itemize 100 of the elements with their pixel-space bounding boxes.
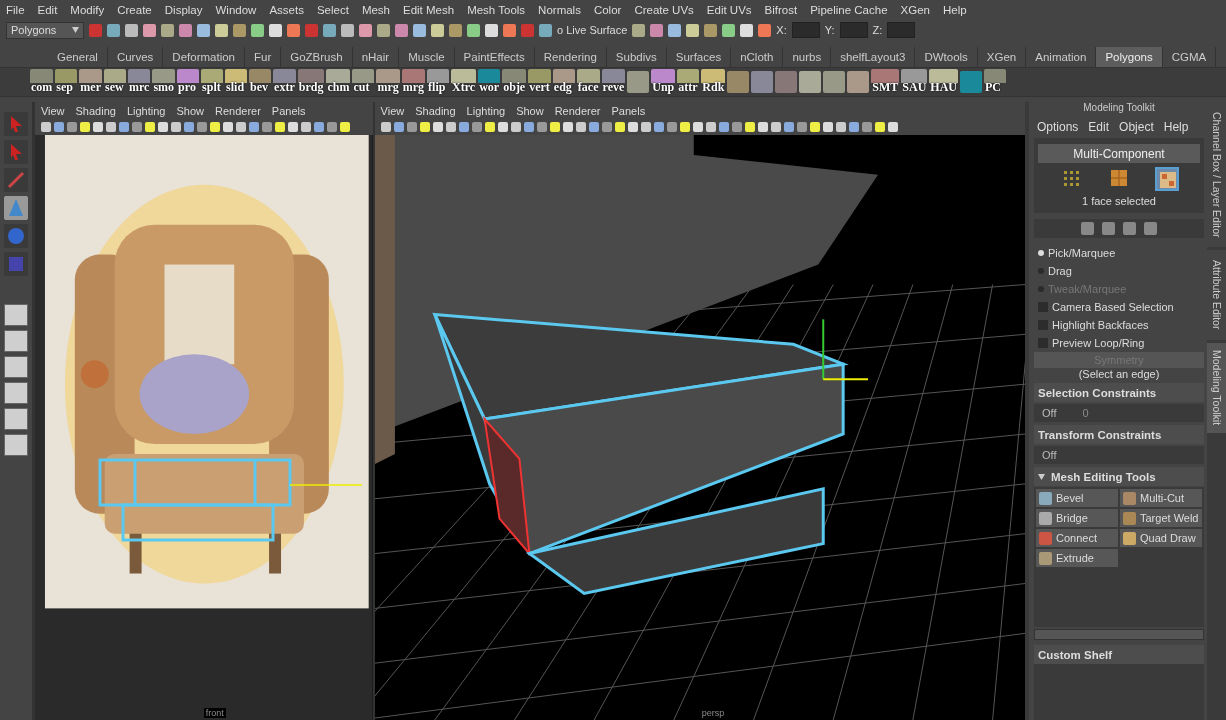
panel-menu-item[interactable]: Lighting (126, 104, 166, 117)
panel-icon[interactable] (848, 122, 859, 132)
panel-icon[interactable] (614, 122, 625, 132)
constraint-dropdown[interactable]: Off (1034, 446, 1204, 464)
side-tab[interactable]: Modeling Toolkit (1207, 343, 1226, 433)
checkbox[interactable] (1038, 302, 1048, 312)
panel-icon[interactable] (705, 122, 716, 132)
rotate-tool[interactable] (3, 224, 28, 248)
panel-icon[interactable] (536, 122, 547, 132)
toolbar-icon[interactable] (161, 23, 174, 37)
shelf-icon[interactable] (751, 71, 774, 93)
panel-icon[interactable] (484, 122, 495, 132)
coordinate-field[interactable] (887, 22, 916, 38)
panel-icon[interactable] (627, 122, 638, 132)
toolbar-icon[interactable] (449, 23, 462, 37)
shelf-button[interactable]: Unp (651, 69, 676, 95)
scrollbar[interactable] (1034, 629, 1204, 640)
radio-button[interactable] (1038, 268, 1044, 274)
panel-icon[interactable] (170, 122, 181, 132)
toolbar-icon[interactable] (143, 23, 156, 37)
menu-item[interactable]: Pipeline Cache (810, 3, 888, 16)
panel-icon[interactable] (157, 122, 168, 132)
panel-icon[interactable] (575, 122, 586, 132)
menu-item[interactable]: XGen (900, 3, 930, 16)
radio-button[interactable] (1038, 250, 1044, 256)
panel-icon[interactable] (471, 122, 482, 132)
shelf-button[interactable]: splt (201, 69, 224, 95)
panel-icon[interactable] (822, 122, 833, 132)
panel-menu-item[interactable]: View (40, 104, 65, 117)
panel-icon[interactable] (445, 122, 456, 132)
toolbar-icon[interactable] (668, 23, 682, 37)
menu-item[interactable]: Select (316, 3, 349, 16)
shelf-icon[interactable] (727, 71, 750, 93)
panel-menu-item[interactable]: Panels (271, 104, 306, 117)
multi-component-button[interactable]: Multi-Component (1038, 144, 1200, 163)
panel-icon[interactable] (640, 122, 651, 132)
panel-icon[interactable] (144, 122, 155, 132)
panel-icon[interactable] (261, 122, 272, 132)
menu-item[interactable]: Modify (70, 3, 105, 16)
layout-button[interactable] (3, 304, 28, 326)
panel-icon[interactable] (105, 122, 116, 132)
toolbar-icon[interactable] (395, 23, 408, 37)
panel-icon[interactable] (393, 122, 404, 132)
toolbar-icon[interactable] (341, 23, 354, 37)
mesh-tool-button[interactable]: Multi-Cut (1120, 489, 1202, 507)
panel-icon[interactable] (419, 122, 430, 132)
toolbar-icon[interactable] (650, 23, 664, 37)
panel-icon[interactable] (835, 122, 846, 132)
panel-icon[interactable] (432, 122, 443, 132)
toolbar-icon[interactable] (758, 23, 772, 37)
section-header[interactable]: Transform Constraints (1034, 425, 1204, 444)
panel-icon[interactable] (183, 122, 194, 132)
panel-menu-item[interactable]: Lighting (466, 104, 506, 117)
panel-menu-item[interactable]: Renderer (554, 104, 601, 117)
shelf-icon[interactable] (627, 71, 650, 93)
shelf-icon[interactable] (775, 71, 798, 93)
panel-icon[interactable] (79, 122, 90, 132)
shelf-button[interactable]: edg (552, 69, 575, 95)
menu-item[interactable]: Display (164, 3, 203, 16)
menu-item[interactable]: Edit Mesh (403, 3, 455, 16)
toolbar-icon[interactable] (323, 23, 336, 37)
toolbar-icon[interactable] (251, 23, 264, 37)
section-header[interactable]: Custom Shelf (1034, 645, 1204, 664)
panel-menu-item[interactable]: Show (516, 104, 544, 117)
shelf-button[interactable]: flip (427, 69, 450, 95)
panel-icon[interactable] (731, 122, 742, 132)
toolkit-menu-item[interactable]: Object (1119, 120, 1154, 134)
mesh-tool-button[interactable]: Extrude (1036, 549, 1118, 567)
side-tab[interactable]: Channel Box / Layer Editor (1207, 102, 1226, 247)
toolbar-icon[interactable] (740, 23, 754, 37)
toolbar-icon[interactable] (107, 23, 120, 37)
menu-item[interactable]: Edit (37, 3, 58, 16)
panel-icon[interactable] (118, 122, 129, 132)
mesh-tool-button[interactable]: Connect (1036, 529, 1118, 547)
panel-icon[interactable] (523, 122, 534, 132)
toolbar-icon[interactable] (485, 23, 498, 37)
shelf-button[interactable]: obje (502, 69, 527, 95)
panel-icon[interactable] (222, 122, 233, 132)
panel-icon[interactable] (562, 122, 573, 132)
toolbar-icon[interactable] (704, 23, 718, 37)
toolbar-icon[interactable] (179, 23, 192, 37)
menu-item[interactable]: Bifrost (764, 3, 798, 16)
panel-icon[interactable] (92, 122, 103, 132)
panel-icon[interactable] (796, 122, 807, 132)
menu-item[interactable]: Help (942, 3, 967, 16)
toolbar-icon[interactable] (377, 23, 390, 37)
menu-item[interactable]: Normals (538, 3, 581, 16)
menu-item[interactable]: Assets (269, 3, 304, 16)
toolbar-icon[interactable] (722, 23, 736, 37)
shelf-icon[interactable] (799, 71, 822, 93)
panel-icon[interactable] (692, 122, 703, 132)
toolkit-menu-item[interactable]: Help (1163, 120, 1189, 134)
shelf-button[interactable]: pro (177, 69, 200, 95)
mesh-tool-button[interactable]: Quad Draw (1120, 529, 1202, 547)
toolbar-icon[interactable] (215, 23, 228, 37)
side-tab[interactable]: Attribute Editor (1207, 250, 1226, 340)
toolbar-icon[interactable] (632, 23, 646, 37)
section-header[interactable]: Mesh Editing Tools (1034, 467, 1204, 486)
panel-icon[interactable] (235, 122, 246, 132)
layout-button[interactable] (3, 382, 28, 404)
